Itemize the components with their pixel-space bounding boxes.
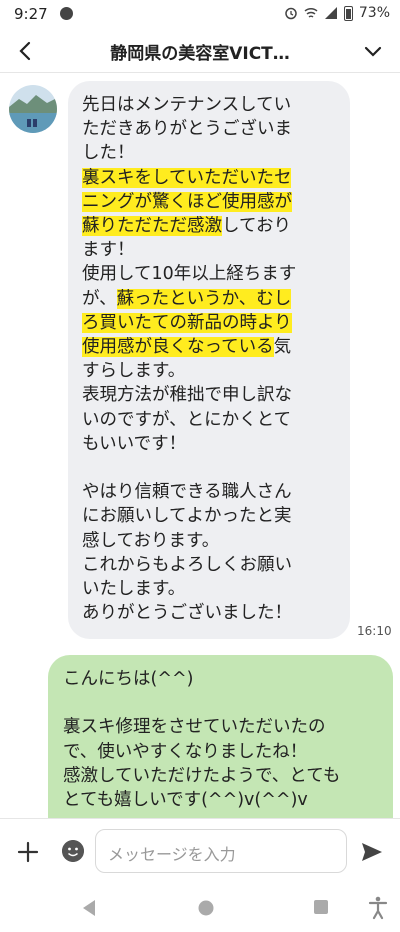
outgoing-message-text: こんにちは(^^) 裏スキ修理をさせていただいたの で、使いやすくなりましたね！…	[63, 669, 341, 811]
avatar[interactable]	[9, 85, 57, 133]
send-icon[interactable]	[360, 840, 384, 864]
message-segment: 先日はメンテナンスしてい ただきありがとうございま した！	[82, 95, 292, 164]
accessibility-icon[interactable]	[368, 896, 388, 920]
nav-back-icon[interactable]	[81, 899, 97, 917]
plus-icon[interactable]	[14, 838, 42, 866]
chat-area[interactable]: 先日はメンテナンスしてい ただきありがとうございま した！ 裏スキをしていただい…	[0, 73, 400, 818]
system-nav-bar	[0, 884, 400, 932]
outgoing-message-bubble[interactable]: こんにちは(^^) 裏スキ修理をさせていただいたの で、使いやすくなりましたね！…	[48, 655, 393, 818]
message-segment: 気 すらします。 表現方法が稚拙で申し訳な いのですが、とにかくとて もいいです…	[82, 337, 292, 624]
message-input[interactable]: メッセージを入力	[95, 829, 347, 873]
status-bar: 9:27 73%	[0, 0, 400, 28]
status-right: 73%	[284, 5, 390, 21]
battery-level: 73%	[358, 5, 390, 21]
chat-title[interactable]: 静岡県の美容室VICT…	[0, 39, 400, 64]
signal-icon	[324, 7, 337, 19]
message-input-bar: メッセージを入力	[0, 818, 400, 885]
incoming-message-text: 先日はメンテナンスしてい ただきありがとうございま した！ 裏スキをしていただい…	[82, 93, 340, 625]
incoming-message-time: 16:10	[357, 624, 392, 638]
chat-header: 静岡県の美容室VICT…	[0, 28, 400, 73]
emoji-icon[interactable]	[62, 840, 84, 862]
nav-home-icon[interactable]	[197, 899, 215, 917]
wifi-icon	[304, 7, 318, 18]
chevron-down-icon[interactable]	[360, 38, 386, 64]
battery-icon	[343, 5, 353, 21]
do-not-disturb-icon	[60, 7, 73, 20]
nav-recents-icon[interactable]	[313, 899, 329, 915]
status-time: 9:27	[14, 5, 48, 23]
alarm-icon	[285, 7, 297, 20]
avatar-landscape-image	[9, 85, 57, 133]
incoming-message-bubble[interactable]: 先日はメンテナンスしてい ただきありがとうございま した！ 裏スキをしていただい…	[68, 81, 350, 640]
